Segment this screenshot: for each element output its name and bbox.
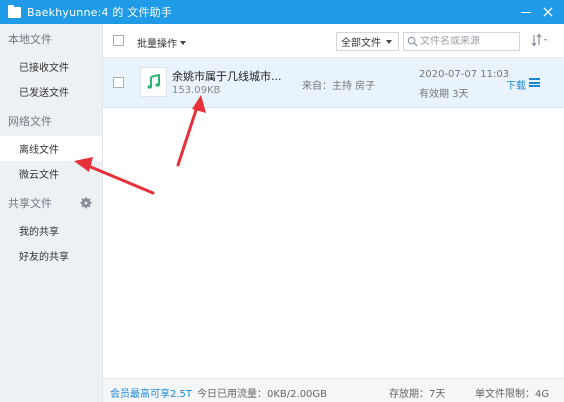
minimize-button[interactable] <box>516 2 536 22</box>
sidebar-item-label: 微云文件 <box>19 170 59 181</box>
search-input[interactable] <box>420 36 516 47</box>
sidebar-item-received[interactable]: 已接收文件 <box>0 54 102 79</box>
window-title: Baekhyunne:4 的 文件助手 <box>27 6 173 19</box>
music-note-icon <box>146 74 160 89</box>
select-all-checkbox[interactable] <box>113 35 124 46</box>
member-upgrade-link[interactable]: 会员最高可享2.5T <box>110 385 192 400</box>
toolbar: 批量操作 全部文件 <box>103 24 564 58</box>
window-controls <box>514 0 558 24</box>
sidebar-item-weiyun[interactable]: 微云文件 <box>0 161 102 186</box>
close-button[interactable] <box>538 2 558 22</box>
sidebar-section-local[interactable]: 本地文件 <box>0 24 102 54</box>
sort-icon <box>531 33 547 47</box>
sidebar-item-offline[interactable]: 离线文件 <box>0 136 102 161</box>
single-file-limit: 单文件限制：4G <box>475 389 550 400</box>
sidebar-section-network[interactable]: 网络文件 <box>0 106 102 136</box>
sidebar-section-label: 共享文件 <box>8 197 52 210</box>
storage-period: 存放期：7天 <box>389 389 446 400</box>
file-row[interactable]: 余姚市属于几线城市... 153.09KB 来自：主持 房子 2020-07-0… <box>103 58 564 108</box>
sidebar-item-label: 离线文件 <box>19 145 59 156</box>
sidebar-item-label: 好友的共享 <box>19 252 69 263</box>
search-box[interactable] <box>403 32 520 51</box>
file-size: 153.09KB <box>172 85 221 96</box>
file-filter-select[interactable]: 全部文件 <box>336 32 399 51</box>
sidebar-item-sent[interactable]: 已发送文件 <box>0 79 102 104</box>
file-date: 2020-07-07 11:03 <box>419 69 510 80</box>
title-bar: Baekhyunne:4 的 文件助手 <box>0 0 564 24</box>
file-source: 来自：主持 房子 <box>302 81 376 92</box>
sidebar-section-label: 网络文件 <box>8 115 52 128</box>
filter-value: 全部文件 <box>341 38 381 49</box>
file-name[interactable]: 余姚市属于几线城市... <box>172 68 282 84</box>
gear-icon[interactable] <box>79 196 93 210</box>
traffic-usage: 今日已用流量：0KB/2.00GB <box>197 389 328 400</box>
batch-operation-button[interactable]: 批量操作 <box>137 35 186 50</box>
file-thumbnail <box>140 67 167 97</box>
sidebar-item-label: 已发送文件 <box>19 88 69 99</box>
caret-down-icon <box>180 41 186 45</box>
batch-operation-label: 批量操作 <box>137 39 177 50</box>
more-menu-icon[interactable] <box>529 78 540 87</box>
sidebar: 本地文件 已接收文件 已发送文件 网络文件 离线文件 微云文件 共享文件 我的共… <box>0 24 103 402</box>
file-expiry: 有效期 3天 <box>419 89 469 100</box>
sidebar-section-label: 本地文件 <box>8 33 52 46</box>
search-icon <box>407 36 418 47</box>
status-bar: 会员最高可享2.5T 今日已用流量：0KB/2.00GB 存放期：7天 单文件限… <box>103 378 564 402</box>
sidebar-item-friends-share[interactable]: 好友的共享 <box>0 243 102 268</box>
minimize-icon <box>521 11 531 13</box>
sidebar-item-label: 我的共享 <box>19 227 59 238</box>
file-row-checkbox[interactable] <box>113 77 124 88</box>
sidebar-item-label: 已接收文件 <box>19 63 69 74</box>
sort-button[interactable] <box>531 33 553 49</box>
sidebar-section-shared[interactable]: 共享文件 <box>0 188 102 218</box>
caret-down-icon <box>386 39 392 44</box>
download-button[interactable]: 下载 <box>506 77 526 92</box>
folder-icon <box>8 4 21 18</box>
close-icon <box>543 7 553 17</box>
sidebar-item-my-share[interactable]: 我的共享 <box>0 218 102 243</box>
